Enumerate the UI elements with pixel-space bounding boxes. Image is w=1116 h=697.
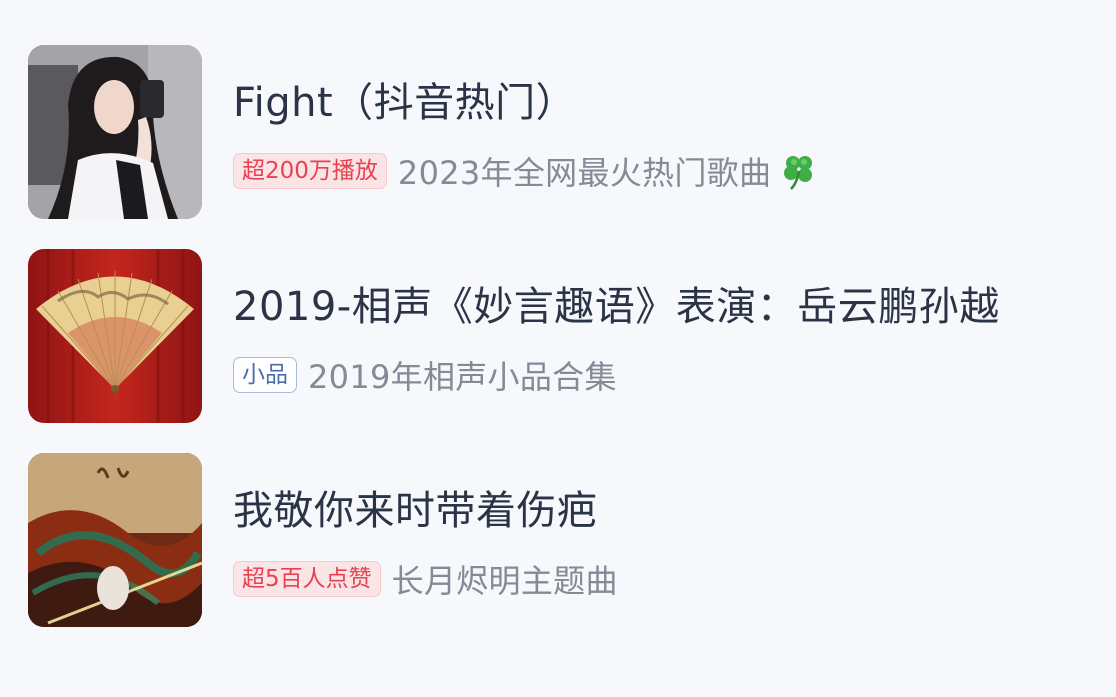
item-meta: 超200万播放 2023年全网最火热门歌曲 (233, 149, 821, 193)
category-badge: 小品 (233, 357, 297, 393)
cover-image-portrait[interactable] (28, 45, 202, 219)
item-description: 长月烬明主题曲 (391, 562, 618, 600)
likes-count-badge: 超5百人点赞 (233, 561, 381, 597)
cover-image-folding-fan[interactable] (28, 249, 202, 423)
item-title[interactable]: 2019-相声《妙言趣语》表演：岳云鹏孙越 (233, 279, 1000, 335)
four-leaf-clover-icon (777, 149, 821, 193)
play-count-badge: 超200万播放 (233, 153, 387, 189)
list-item[interactable]: 2019-相声《妙言趣语》表演：岳云鹏孙越 小品 2019年相声小品合集 (28, 249, 1098, 423)
list-item[interactable]: 我敬你来时带着伤疤 超5百人点赞 长月烬明主题曲 (28, 453, 1098, 627)
item-meta: 小品 2019年相声小品合集 (233, 355, 617, 396)
item-title[interactable]: Fight（抖音热门） (233, 75, 576, 131)
item-description: 2023年全网最火热门歌曲 (397, 154, 772, 192)
list-item[interactable]: Fight（抖音热门） 超200万播放 2023年全网最火热门歌曲 (28, 45, 1098, 219)
item-description: 2019年相声小品合集 (308, 358, 617, 396)
cover-image-drama-poster[interactable] (28, 453, 202, 627)
item-meta: 超5百人点赞 长月烬明主题曲 (233, 559, 618, 600)
item-title[interactable]: 我敬你来时带着伤疤 (233, 483, 598, 539)
